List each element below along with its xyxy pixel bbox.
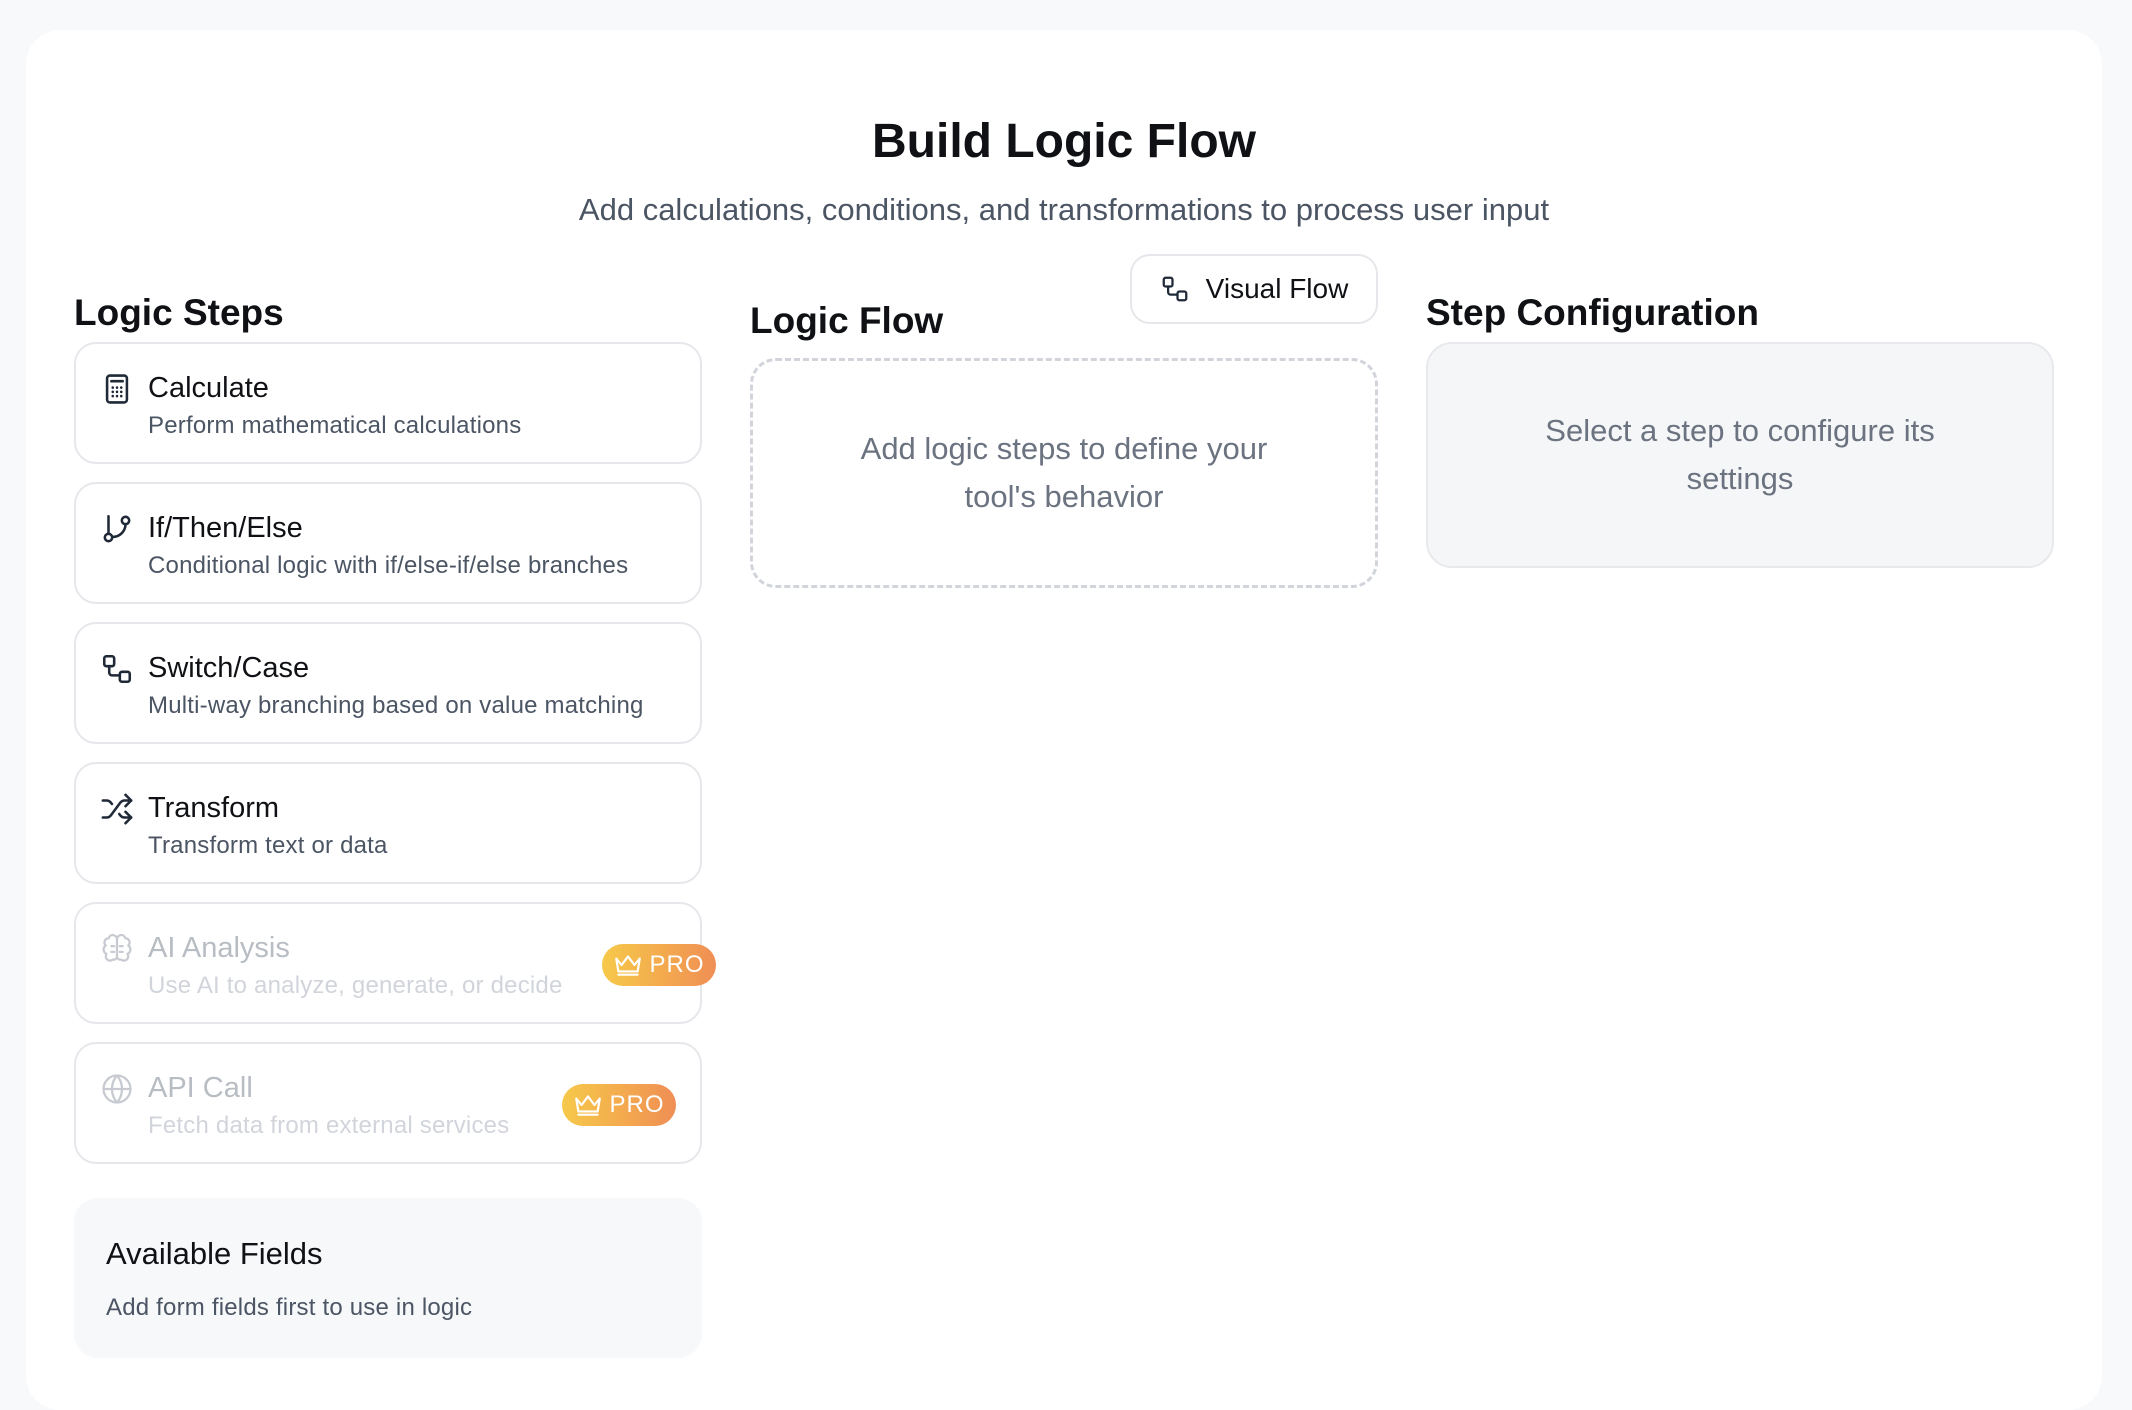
pro-badge: PRO: [602, 944, 716, 986]
pro-badge-label: PRO: [649, 951, 705, 978]
brain-icon: [100, 932, 134, 966]
step-description: Conditional logic with if/else-if/else b…: [148, 552, 629, 579]
step-label: Switch/Case: [148, 652, 310, 684]
calculator-icon: [100, 372, 134, 406]
step-label: API Call: [148, 1072, 253, 1104]
logic-flow-heading: Logic Flow: [750, 300, 944, 341]
step-description: Transform text or data: [148, 832, 388, 859]
git-branch-icon: [100, 512, 134, 546]
step-label: Transform: [148, 792, 280, 824]
page-subtitle: Add calculations, conditions, and transf…: [578, 192, 1550, 227]
pro-badge: PRO: [562, 1084, 676, 1126]
step-label: If/Then/Else: [148, 512, 303, 544]
step-configuration-panel: Select a step to configure its settings: [1426, 342, 2054, 568]
step-switch-case[interactable]: Switch/Case Multi-way branching based on…: [74, 622, 702, 744]
step-if-then-else[interactable]: If/Then/Else Conditional logic with if/e…: [74, 482, 702, 604]
step-calculate[interactable]: Calculate Perform mathematical calculati…: [74, 342, 702, 464]
available-fields-title: Available Fields: [106, 1236, 323, 1271]
page-title: Build Logic Flow: [872, 115, 1256, 168]
step-configuration-empty-text: Select a step to configure its settings: [1545, 413, 1935, 496]
step-label: AI Analysis: [148, 932, 290, 964]
step-description: Perform mathematical calculations: [148, 412, 522, 439]
visual-flow-button[interactable]: Visual Flow: [1130, 254, 1378, 324]
step-description: Fetch data from external services: [148, 1112, 510, 1139]
workflow-icon: [1160, 274, 1190, 304]
step-description: Use AI to analyze, generate, or decide: [148, 972, 563, 999]
step-description: Multi-way branching based on value match…: [148, 692, 644, 719]
available-fields-text: Add form fields first to use in logic: [106, 1294, 473, 1321]
step-configuration-heading: Step Configuration: [1426, 292, 1759, 333]
shuffle-icon: [100, 792, 134, 826]
crown-icon: [613, 952, 643, 978]
visual-flow-label: Visual Flow: [1205, 273, 1349, 304]
available-fields-panel: Available Fields Add form fields first t…: [74, 1198, 702, 1358]
logic-flow-empty-text: Add logic steps to define your tool's be…: [860, 431, 1268, 514]
logic-flow-dropzone[interactable]: Add logic steps to define your tool's be…: [750, 358, 1378, 588]
step-transform[interactable]: Transform Transform text or data: [74, 762, 702, 884]
globe-icon: [100, 1072, 134, 1106]
logic-steps-heading: Logic Steps: [74, 292, 284, 333]
crown-icon: [573, 1092, 603, 1118]
workflow-icon: [100, 652, 134, 686]
logic-builder-card: Build Logic Flow Add calculations, condi…: [26, 30, 2102, 1410]
step-label: Calculate: [148, 372, 269, 404]
pro-badge-label: PRO: [609, 1091, 665, 1118]
